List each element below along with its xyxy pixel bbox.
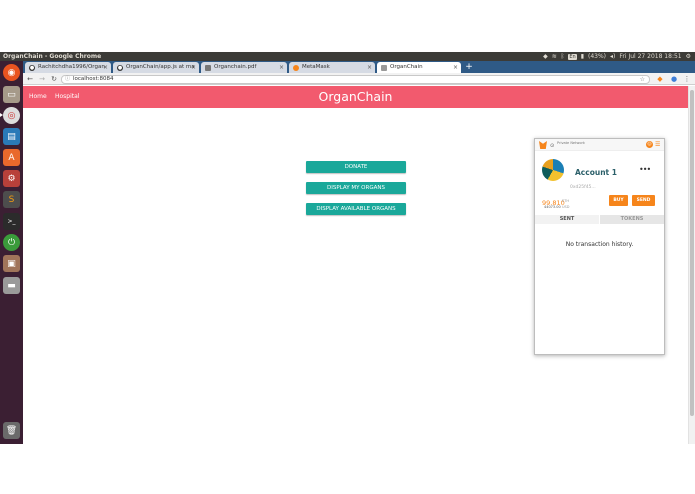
github-icon: ● [117,65,123,71]
menu-hamburger-icon[interactable]: ☰ [655,141,660,148]
power-icon[interactable]: ⏻ [3,234,20,251]
desktop-screen: OrganChain - Google Chrome ◆ ≋ ᛒ En ▮ (4… [0,52,695,444]
usd-unit: USD [562,205,570,209]
box-icon[interactable]: ▣ [3,255,20,272]
tab-sent[interactable]: SENT [535,215,599,224]
file-icon [381,65,387,71]
app-navbar: Home Hospital OrganChain [23,86,695,108]
eth-unit: ETH [562,199,569,203]
usd-balance: 44073.00 [544,205,561,209]
battery-percent: (43%) [588,53,607,60]
display-my-organs-button[interactable]: DISPLAY MY ORGANS [306,182,406,194]
empty-history-message: No transaction history. [565,241,634,248]
close-icon[interactable]: × [103,62,108,73]
ubuntu-top-panel: OrganChain - Google Chrome ◆ ≋ ᛒ En ▮ (4… [0,52,695,61]
power-menu-icon[interactable]: ⚙ [686,52,691,61]
donate-button[interactable]: DONATE [306,161,406,173]
keyboard-layout[interactable]: En [568,53,577,60]
metamask-extension-icon[interactable]: ◆ [655,74,665,84]
files-icon[interactable]: ▭ [3,86,20,103]
address-bar[interactable]: ⓘ localhost:8084 ☆ [61,74,650,84]
system-settings-icon[interactable]: ⚙ [3,170,20,187]
new-tab-button[interactable]: + [463,61,475,73]
bottom-blank-area [0,444,695,494]
tab-tokens[interactable]: TOKENS [600,215,664,224]
chrome-icon[interactable]: ◎ [0,107,20,124]
scrollbar-thumb[interactable] [690,90,694,416]
software-center-icon[interactable]: A [3,149,20,166]
tab-github-repo[interactable]: ● Rachitchdha1996/Organ × [25,62,111,73]
account-name: Account 1 [575,168,617,177]
back-arrow-icon[interactable]: ← [25,74,35,84]
ubuntu-launcher: ◉ ▭ ◎ ▤ A ⚙ S >_ ⏻ ▣ ▬ 🗑 [0,61,23,444]
close-icon[interactable]: × [367,62,372,73]
send-button[interactable]: SEND [632,195,655,206]
wifi-icon[interactable]: ≋ [552,52,557,61]
github-icon: ● [29,65,35,71]
browser-toolbar: ← → ↻ ⓘ localhost:8084 ☆ ◆ ● ⋮ [23,73,695,85]
sublime-text-icon[interactable]: S [3,191,20,208]
tab-metamask[interactable]: MetaMask × [289,62,375,73]
account-address[interactable]: 0xd25f45... [570,185,596,190]
metamask-icon [293,65,299,71]
dropbox-icon[interactable]: ◆ [543,52,548,61]
close-icon[interactable]: × [453,62,458,73]
battery-icon[interactable]: ▮ [581,52,584,61]
profile-icon[interactable]: ● [669,74,679,84]
bookmark-star-icon[interactable]: ☆ [640,76,645,83]
app-brand-title: OrganChain [318,89,393,104]
system-tray: ◆ ≋ ᛒ En ▮ (43%) ◂) Fri Jul 27 2018 18:5… [543,52,691,61]
info-icon[interactable]: ⓘ [65,76,70,83]
buy-button[interactable]: BUY [609,195,628,206]
ubuntu-dash-icon[interactable]: ◉ [3,64,20,81]
clock[interactable]: Fri Jul 27 2018 18:51 [619,52,681,61]
drive-icon[interactable]: ▬ [3,277,20,294]
metamask-popup: ⊙ Private Network ◎ ☰ Account 1 ••• 0xd2… [534,138,665,355]
trash-icon[interactable]: 🗑 [3,422,20,439]
tab-organchain-pdf[interactable]: Organchain.pdf × [201,62,287,73]
volume-icon[interactable]: ◂) [610,52,615,61]
chrome-menu-icon[interactable]: ⋮ [682,74,692,84]
window-title: OrganChain - Google Chrome [3,53,102,60]
tab-organchain[interactable]: OrganChain × [377,62,461,73]
display-available-organs-button[interactable]: DISPLAY AVAILABLE ORGANS [306,203,406,215]
network-status-icon[interactable]: ⊙ [550,143,554,149]
account-avatar [542,159,564,181]
account-switch-icon[interactable]: ◎ [646,141,653,148]
page-scrollbar[interactable] [688,86,695,444]
bluetooth-icon[interactable]: ᛒ [561,52,565,61]
libreoffice-writer-icon[interactable]: ▤ [3,128,20,145]
close-icon[interactable]: × [279,62,284,73]
forward-arrow-icon[interactable]: → [37,74,47,84]
metamask-header: ⊙ Private Network ◎ ☰ [535,139,664,151]
reload-icon[interactable]: ↻ [49,74,59,84]
account-options-icon[interactable]: ••• [639,165,651,174]
terminal-icon[interactable]: >_ [3,213,20,230]
network-label[interactable]: Private Network [557,141,585,145]
metamask-fox-icon [539,141,547,149]
tab-strip: ● Rachitchdha1996/Organ × ● OrganChain/a… [23,61,695,73]
file-icon [205,65,211,71]
tab-github-appjs[interactable]: ● OrganChain/app.js at ma × [113,62,199,73]
url-text: localhost:8084 [73,75,114,82]
close-icon[interactable]: × [191,62,196,73]
